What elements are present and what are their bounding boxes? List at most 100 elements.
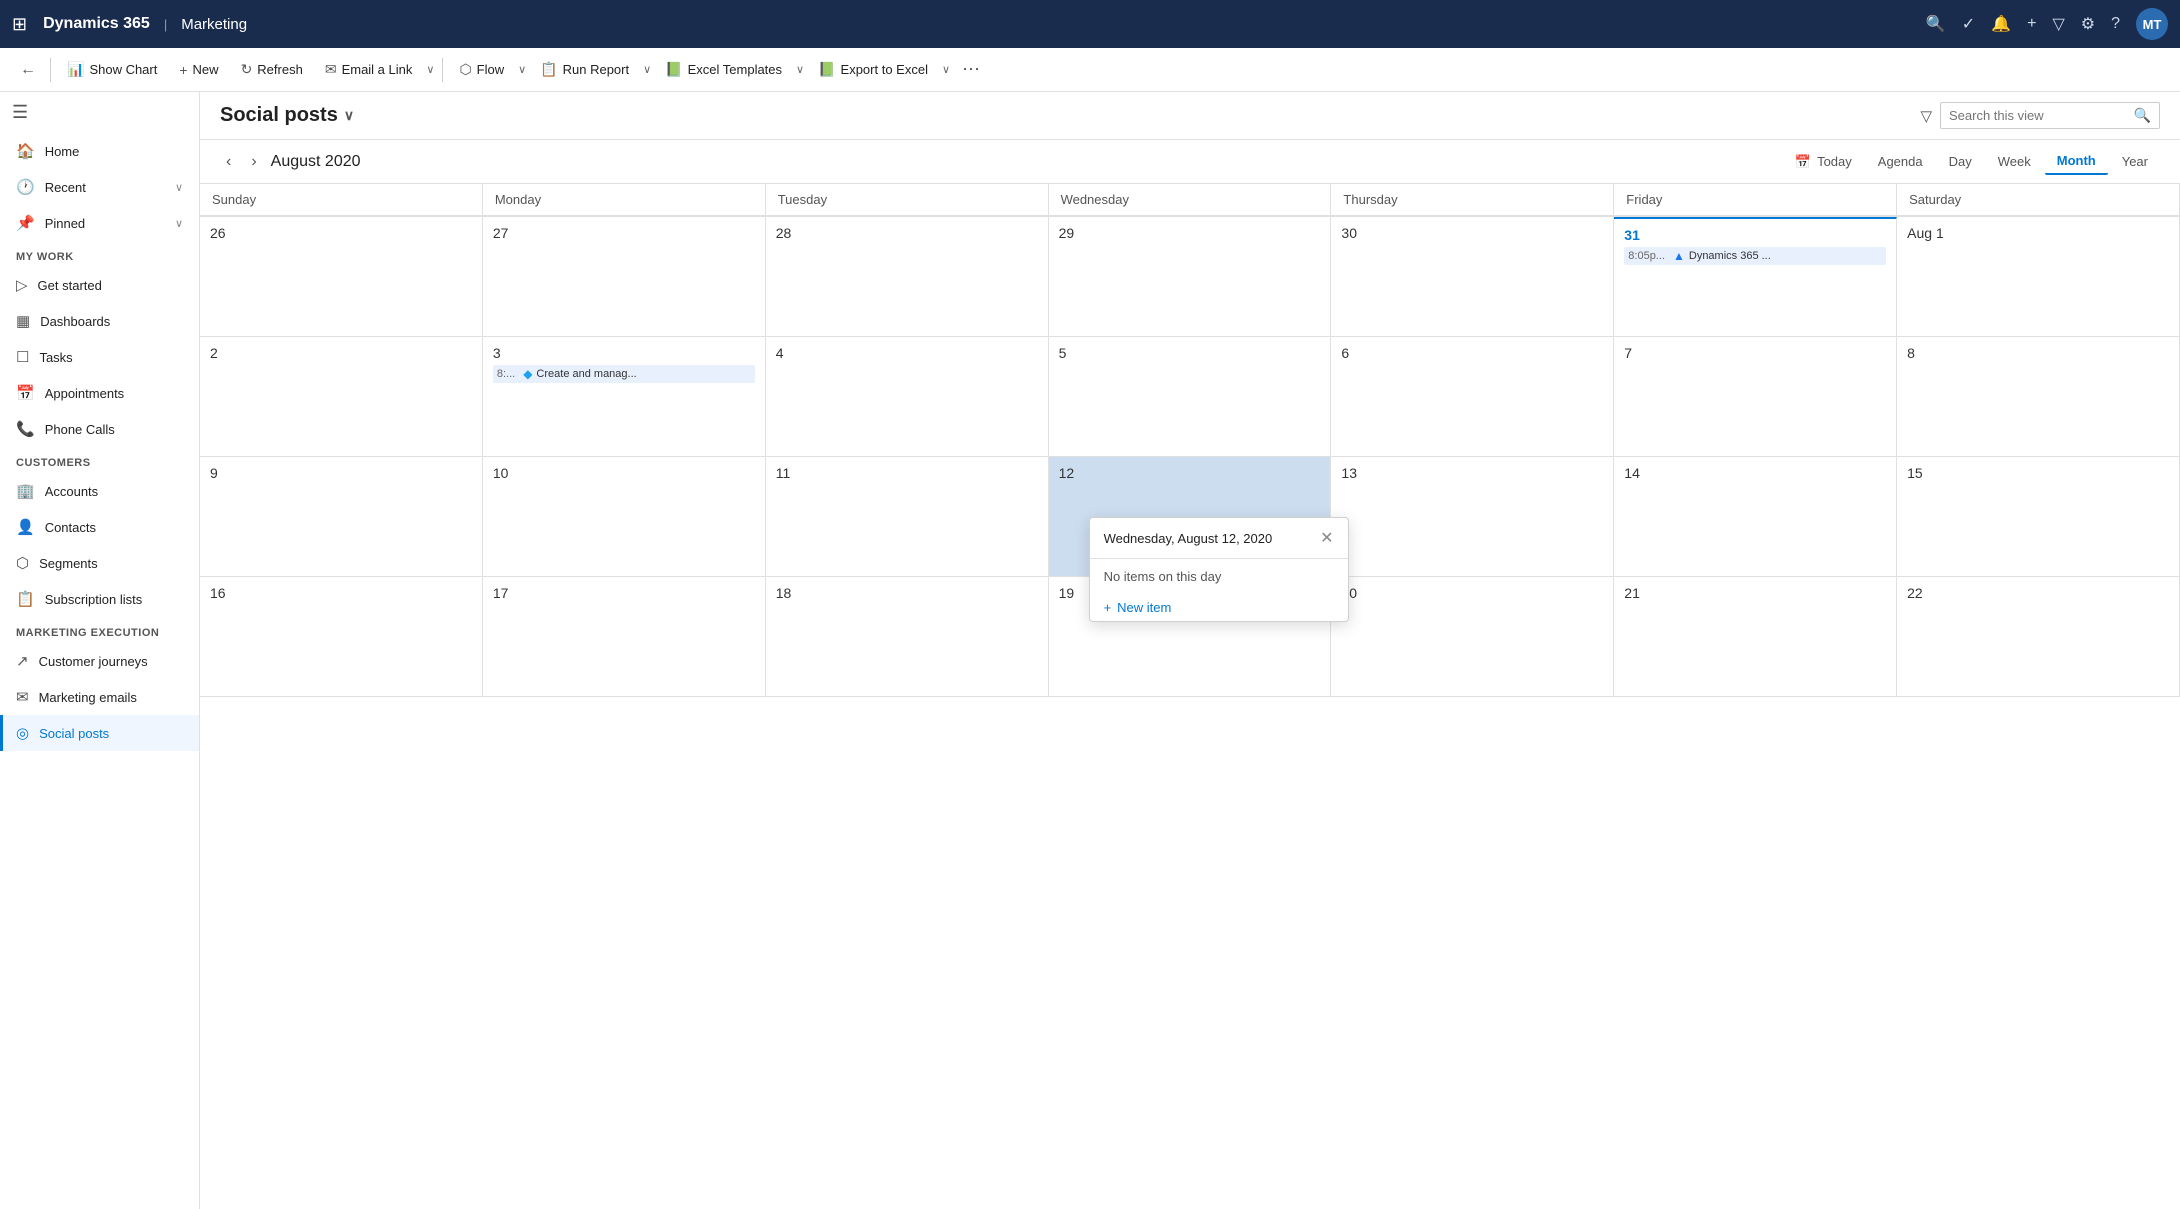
day-num-21: 21 [1624,585,1886,601]
cal-cell-aug1[interactable]: Aug 1 [1897,217,2180,337]
cal-cell-aug20[interactable]: 20 [1331,577,1614,697]
cal-cell-aug2[interactable]: 2 [200,337,483,457]
cal-cell-jul31[interactable]: 31 8:05p... ▲ Dynamics 365 ... [1614,217,1897,337]
view-filter-icon[interactable]: ▽ [1920,107,1932,125]
cal-cell-jul29[interactable]: 29 [1049,217,1332,337]
cal-cell-aug14[interactable]: 14 [1614,457,1897,577]
popup-new-item-button[interactable]: + New item [1090,594,1348,621]
cal-cell-aug10[interactable]: 10 [483,457,766,577]
cal-prev-button[interactable]: ‹ [220,149,237,175]
title-dropdown-arrow[interactable]: ∨ [344,107,354,124]
sidebar-toggle[interactable]: ☰ [0,92,199,133]
view-agenda-button[interactable]: Agenda [1866,149,1935,174]
sidebar-item-social-posts[interactable]: ◎ Social posts [0,715,199,751]
sidebar-item-accounts[interactable]: 🏢 Accounts [0,473,199,509]
sidebar-item-pinned[interactable]: 📌 Pinned ∨ [0,205,199,241]
cal-cell-aug13[interactable]: 13 [1331,457,1614,577]
cal-cell-jul30[interactable]: 30 [1331,217,1614,337]
export-dropdown[interactable]: ∨ [940,63,952,76]
grid-icon[interactable]: ⊞ [12,14,27,35]
today-label: Today [1817,154,1852,169]
content-title: Social posts ∨ [220,104,354,127]
export-excel-button[interactable]: 📗 Export to Excel [808,56,938,83]
more-options-icon[interactable]: ⋯ [954,55,988,84]
day-num-12: 12 [1059,465,1321,481]
event-text-1: Dynamics 365 ... [1689,250,1771,262]
sidebar-item-segments[interactable]: ⬡ Segments [0,545,199,581]
cal-cell-aug5[interactable]: 5 [1049,337,1332,457]
sidebar-label-social-posts: Social posts [39,726,109,741]
popup-new-item-icon: + [1104,600,1112,615]
cal-cell-jul26[interactable]: 26 [200,217,483,337]
show-chart-button[interactable]: 📊 Show Chart [57,56,167,83]
day-num-5: 5 [1059,345,1321,361]
popup-close-button[interactable]: ✕ [1320,528,1333,548]
checkmark-icon[interactable]: ✓ [1962,14,1975,34]
cal-cell-aug16[interactable]: 16 [200,577,483,697]
view-day-button[interactable]: Day [1937,149,1984,174]
cal-cell-aug9[interactable]: 9 [200,457,483,577]
section-customers: Customers [0,447,199,473]
cal-cell-aug15[interactable]: 15 [1897,457,2180,577]
search-icon[interactable]: 🔍 [1926,14,1946,34]
search-box[interactable]: 🔍 [1940,102,2160,129]
cal-cell-aug3[interactable]: 3 8:... ◆ Create and manag... [483,337,766,457]
sidebar-item-customer-journeys[interactable]: ↗ Customer journeys [0,643,199,679]
search-icon[interactable]: 🔍 [2134,107,2151,124]
refresh-button[interactable]: ↻ Refresh [231,56,313,83]
cal-cell-jul27[interactable]: 27 [483,217,766,337]
today-button[interactable]: 📅 Today [1783,149,1864,175]
help-icon[interactable]: ? [2111,15,2120,33]
cal-cell-aug7[interactable]: 7 [1614,337,1897,457]
cal-cell-jul28[interactable]: 28 [766,217,1049,337]
plus-icon[interactable]: + [2027,15,2036,33]
sidebar-item-marketing-emails[interactable]: ✉ Marketing emails [0,679,199,715]
cal-cell-aug18[interactable]: 18 [766,577,1049,697]
view-year-button[interactable]: Year [2110,149,2160,174]
sidebar-item-contacts[interactable]: 👤 Contacts [0,509,199,545]
filter-icon[interactable]: ▽ [2052,14,2064,34]
view-month-button[interactable]: Month [2045,148,2108,175]
sidebar-item-tasks[interactable]: ☐ Tasks [0,339,199,375]
cal-cell-aug6[interactable]: 6 [1331,337,1614,457]
settings-icon[interactable]: ⚙ [2081,14,2095,34]
sidebar-item-recent[interactable]: 🕐 Recent ∨ [0,169,199,205]
run-report-dropdown[interactable]: ∨ [641,63,653,76]
cal-cell-aug4[interactable]: 4 [766,337,1049,457]
cal-event-tw-create[interactable]: 8:... ◆ Create and manag... [493,365,755,383]
cal-cell-aug12[interactable]: 12 Wednesday, August 12, 2020 ✕ No items… [1049,457,1332,577]
sidebar-label-pinned: Pinned [45,216,85,231]
email-dropdown[interactable]: ∨ [424,63,436,76]
sidebar-item-home[interactable]: 🏠 Home [0,133,199,169]
cal-cell-aug17[interactable]: 17 [483,577,766,697]
sidebar-item-get-started[interactable]: ▷ Get started [0,267,199,303]
new-button[interactable]: + New [169,57,228,83]
flow-button[interactable]: ⬡ Flow [449,56,514,83]
cal-header-saturday: Saturday [1897,184,2180,216]
bell-icon[interactable]: 🔔 [1991,14,2011,34]
avatar[interactable]: MT [2136,8,2168,40]
cal-event-fb-dynamics[interactable]: 8:05p... ▲ Dynamics 365 ... [1624,247,1886,265]
cal-next-button[interactable]: › [245,149,262,175]
sidebar-label-appointments: Appointments [45,386,125,401]
cal-cell-aug11[interactable]: 11 [766,457,1049,577]
email-link-button[interactable]: ✉ Email a Link [315,56,423,83]
cal-popup: Wednesday, August 12, 2020 ✕ No items on… [1089,517,1349,622]
cal-cell-aug22[interactable]: 22 [1897,577,2180,697]
cal-cell-aug21[interactable]: 21 [1614,577,1897,697]
search-input[interactable] [1949,108,2128,123]
run-report-button[interactable]: 📋 Run Report [530,56,639,83]
cal-cell-aug8[interactable]: 8 [1897,337,2180,457]
twitter-icon: ◆ [523,367,532,381]
back-button[interactable]: ← [12,57,44,83]
sidebar-item-dashboards[interactable]: ▦ Dashboards [0,303,199,339]
sidebar-item-appointments[interactable]: 📅 Appointments [0,375,199,411]
excel-templates-dropdown[interactable]: ∨ [794,63,806,76]
segments-icon: ⬡ [16,554,29,572]
excel-templates-button[interactable]: 📗 Excel Templates [655,56,792,83]
view-week-button[interactable]: Week [1986,149,2043,174]
flow-dropdown[interactable]: ∨ [516,63,528,76]
top-bar-right: 🔍 ✓ 🔔 + ▽ ⚙ ? MT [1926,8,2168,40]
sidebar-item-phone-calls[interactable]: 📞 Phone Calls [0,411,199,447]
sidebar-item-subscription-lists[interactable]: 📋 Subscription lists [0,581,199,617]
